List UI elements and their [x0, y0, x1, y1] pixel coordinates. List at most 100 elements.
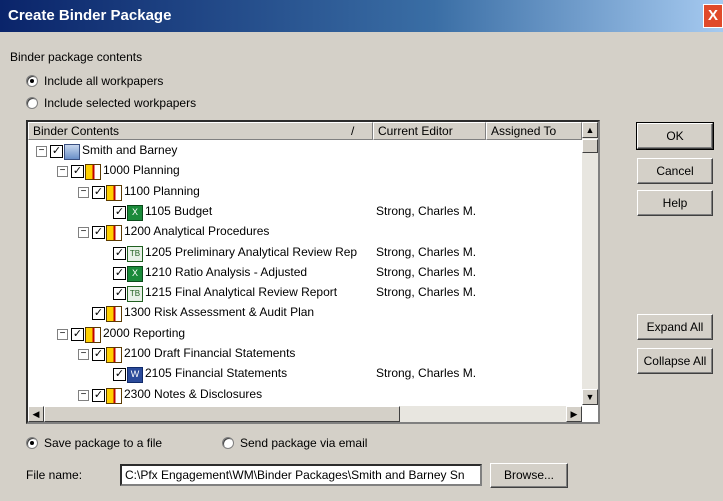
tree-item-checkbox[interactable]: ✓ — [92, 185, 105, 199]
tree-item-label: 1215 Final Analytical Review Report — [145, 285, 338, 300]
tree-item-checkbox[interactable]: ✓ — [71, 165, 84, 179]
tree-row[interactable]: ✓ W 2105 Financial Statements Strong, Charl… — [28, 365, 582, 385]
tree-row[interactable]: − ✓ 2300 Notes & Disclosures — [28, 386, 582, 406]
folder-icon — [106, 347, 122, 363]
column-label: Current Editor — [378, 124, 453, 138]
tree-item-checkbox[interactable]: ✓ — [113, 205, 126, 219]
tree-item-checkbox[interactable]: ✓ — [113, 246, 126, 260]
browse-button[interactable]: Browse... — [490, 463, 568, 488]
tree-item-checkbox[interactable]: ✓ — [92, 388, 105, 402]
tree-row[interactable]: − ✓ Smith and Barney — [28, 142, 582, 162]
column-header-assigned-to[interactable]: Assigned To — [486, 122, 582, 140]
include-selected-label: Include selected workpapers — [44, 96, 197, 110]
include-selected-radio[interactable] — [26, 97, 38, 109]
title-bar: Create Binder Package X — [0, 0, 723, 32]
folder-icon — [106, 387, 122, 404]
file-name-label: File name: — [26, 468, 83, 482]
tree-row[interactable]: ✓ 1300 Risk Assessment & Audit Plan — [28, 304, 582, 324]
column-header-current-editor[interactable]: Current Editor — [373, 122, 486, 140]
scroll-up-arrow-icon[interactable]: ▲ — [582, 122, 598, 138]
column-label: Binder Contents — [33, 124, 120, 138]
ok-button[interactable]: OK — [636, 122, 714, 150]
tree-row[interactable]: ✓ X 1105 Budget Strong, Charles M. — [28, 203, 582, 223]
tree-row[interactable]: ✓ TB 1205 Preliminary Analytical Review Re… — [28, 244, 582, 264]
vertical-scrollbar[interactable]: ▲ ▼ — [582, 122, 598, 405]
help-button[interactable]: Help — [637, 190, 713, 216]
excel-icon: X — [127, 265, 143, 282]
trial-balance-icon: TB — [127, 245, 143, 262]
expand-all-button[interactable]: Expand All — [637, 314, 713, 340]
excel-icon: X — [127, 204, 143, 221]
collapse-toggle-icon[interactable]: − — [78, 186, 89, 198]
tree-item-checkbox[interactable]: ✓ — [50, 145, 63, 158]
collapse-toggle-icon[interactable]: − — [36, 146, 47, 157]
tree-item-label: 2100 Draft Financial Statements — [124, 346, 296, 360]
sort-indicator-icon: / — [351, 124, 355, 138]
tree-item-checkbox[interactable]: ✓ — [113, 266, 126, 280]
binder-tree[interactable]: Binder Contents / Current Editor Assigne… — [26, 120, 600, 424]
folder-icon — [106, 184, 122, 201]
scroll-left-arrow-icon[interactable]: ◀ — [28, 406, 44, 422]
column-header-binder-contents[interactable]: Binder Contents / — [28, 122, 373, 140]
cancel-button[interactable]: Cancel — [637, 158, 713, 184]
tree-item-label: 1200 Analytical Procedures — [124, 224, 270, 239]
trial-balance-icon: TB — [127, 286, 143, 303]
tree-item-editor: Strong, Charles M. — [376, 264, 477, 279]
binder-book-icon — [64, 144, 80, 160]
tree-item-label: 2000 Reporting — [103, 325, 186, 340]
tree-item-checkbox[interactable]: ✓ — [92, 307, 105, 321]
send-via-email-radio[interactable] — [222, 437, 234, 449]
tree-item-label: 2300 Notes & Disclosures — [124, 386, 263, 401]
tree-item-label: 1300 Risk Assessment & Audit Plan — [124, 305, 315, 320]
scroll-down-arrow-icon[interactable]: ▼ — [582, 389, 598, 405]
tree-row[interactable]: − ✓ 2000 Reporting — [28, 325, 582, 345]
folder-icon — [85, 326, 101, 343]
tree-item-editor: Strong, Charles M. — [376, 366, 477, 381]
tree-item-label: Smith and Barney — [82, 143, 178, 157]
create-binder-package-dialog: Create Binder Package X Binder package c… — [0, 0, 723, 501]
tree-item-editor: Strong, Charles M. — [376, 285, 477, 300]
folder-icon — [85, 164, 101, 181]
save-to-file-radio[interactable] — [26, 437, 38, 449]
tree-row[interactable]: − ✓ 1200 Analytical Procedures — [28, 223, 582, 243]
collapse-toggle-icon[interactable]: − — [78, 349, 89, 360]
tree-item-checkbox[interactable]: ✓ — [92, 226, 105, 240]
file-name-input[interactable]: C:\Pfx Engagement\WM\Binder Packages\Smi… — [120, 464, 482, 486]
collapse-toggle-icon[interactable]: − — [57, 166, 68, 178]
tree-row[interactable]: − ✓ 1000 Planning — [28, 162, 582, 182]
folder-icon — [106, 225, 122, 242]
collapse-toggle-icon[interactable]: − — [78, 227, 89, 239]
tree-item-checkbox[interactable]: ✓ — [71, 327, 84, 341]
tree-row[interactable]: − ✓ 2100 Draft Financial Statements — [28, 345, 582, 365]
collapse-toggle-icon[interactable]: − — [57, 328, 68, 340]
tree-item-label: 1105 Budget — [145, 203, 213, 218]
tree-item-editor: Strong, Charles M. — [376, 244, 477, 259]
word-icon: W — [127, 367, 143, 384]
tree-item-label: 1000 Planning — [103, 163, 180, 178]
folder-icon — [106, 306, 122, 323]
collapse-toggle-icon[interactable]: − — [78, 389, 89, 401]
tree-item-checkbox[interactable]: ✓ — [113, 287, 126, 301]
collapse-all-button[interactable]: Collapse All — [637, 348, 713, 374]
tree-item-label: 2105 Financial Statements — [145, 366, 288, 381]
contents-label: Binder package contents — [10, 50, 143, 64]
horizontal-scroll-thumb[interactable] — [44, 406, 400, 422]
close-button[interactable]: X — [703, 4, 723, 28]
window-title: Create Binder Package — [8, 7, 172, 24]
include-all-radio[interactable] — [26, 75, 38, 87]
vertical-scroll-thumb[interactable] — [582, 139, 598, 153]
tree-item-label: 1100 Planning — [124, 183, 200, 198]
horizontal-scrollbar[interactable]: ◀ ▶ — [28, 406, 582, 422]
scroll-right-arrow-icon[interactable]: ▶ — [566, 406, 582, 422]
tree-row[interactable]: − ✓ 1100 Planning — [28, 183, 582, 203]
tree-row[interactable]: ✓ X 1210 Ratio Analysis - Adjusted Strong, … — [28, 264, 582, 284]
tree-item-editor: Strong, Charles M. — [376, 203, 477, 218]
tree-item-checkbox[interactable]: ✓ — [92, 348, 105, 361]
tree-item-label: 1210 Ratio Analysis - Adjusted — [145, 264, 308, 279]
save-to-file-label: Save package to a file — [44, 436, 163, 450]
column-label: Assigned To — [491, 124, 557, 138]
tree-row[interactable]: ✓ TB 1215 Final Analytical Review Report St… — [28, 284, 582, 304]
send-via-email-label: Send package via email — [240, 436, 368, 450]
tree-item-checkbox[interactable]: ✓ — [113, 368, 126, 382]
include-all-label: Include all workpapers — [44, 74, 164, 88]
